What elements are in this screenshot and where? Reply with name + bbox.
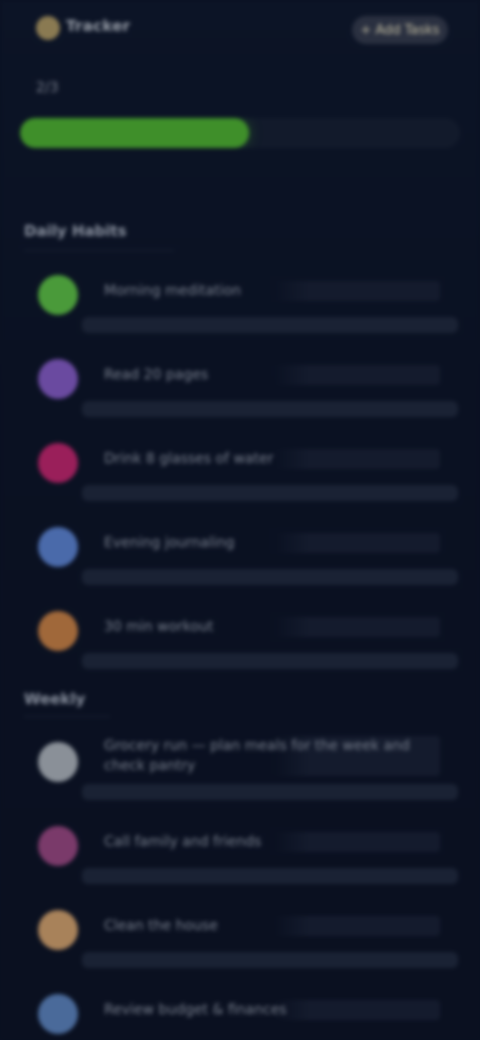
list-item-track (82, 868, 458, 884)
app-screen: Tracker + Add Tasks 2/3 Daily Habits Mor… (0, 0, 480, 1040)
list-item-label: Evening journaling (96, 533, 440, 553)
leaf-icon (38, 275, 78, 315)
list-item[interactable]: Grocery run — plan meals for the week an… (22, 722, 458, 800)
add-tasks-button[interactable]: + Add Tasks (352, 16, 448, 44)
section-divider (24, 716, 110, 717)
pen-icon (38, 527, 78, 567)
book-icon (38, 359, 78, 399)
list-item[interactable]: Evening journaling (22, 507, 458, 585)
list-item[interactable]: Drink 8 glasses of water (22, 423, 458, 501)
list-item-label: Morning meditation (96, 281, 440, 301)
list-item-label: Clean the house (96, 916, 440, 936)
list-item-label: Read 20 pages (96, 365, 440, 385)
list-item-track (82, 485, 458, 501)
section-title-daily: Daily Habits (24, 222, 127, 240)
list-item[interactable]: Review budget & finances (22, 974, 458, 1040)
list-item-track (82, 317, 458, 333)
app-title: Tracker (66, 17, 131, 35)
list-item[interactable]: Morning meditation (22, 255, 458, 333)
progress-bar (20, 118, 460, 148)
list-item-label: Review budget & finances (96, 1000, 440, 1020)
drop-icon (38, 443, 78, 483)
progress-count: 2/3 (36, 80, 59, 96)
list-item-label: Grocery run — plan meals for the week an… (96, 736, 440, 776)
app-logo-icon (36, 16, 60, 40)
list-item[interactable]: Clean the house (22, 890, 458, 968)
list-item-label: 30 min workout (96, 617, 440, 637)
app-header: Tracker + Add Tasks (0, 0, 480, 62)
broom-icon (38, 910, 78, 950)
list-item-label: Drink 8 glasses of water (96, 449, 440, 469)
list-item[interactable]: Call family and friends (22, 806, 458, 884)
cart-icon (38, 742, 78, 782)
list-item-track (82, 952, 458, 968)
list-item-track (82, 401, 458, 417)
list-item-track (82, 653, 458, 669)
dumbbell-icon (38, 611, 78, 651)
section-title-weekly: Weekly (24, 690, 86, 708)
list-item-track (82, 784, 458, 800)
list-item-label: Call family and friends (96, 832, 440, 852)
phone-icon (38, 826, 78, 866)
progress-fill (20, 118, 249, 148)
wallet-icon (38, 994, 78, 1034)
section-divider (24, 250, 174, 251)
list-item[interactable]: Read 20 pages (22, 339, 458, 417)
list-item-track (82, 569, 458, 585)
list-item[interactable]: 30 min workout (22, 591, 458, 669)
